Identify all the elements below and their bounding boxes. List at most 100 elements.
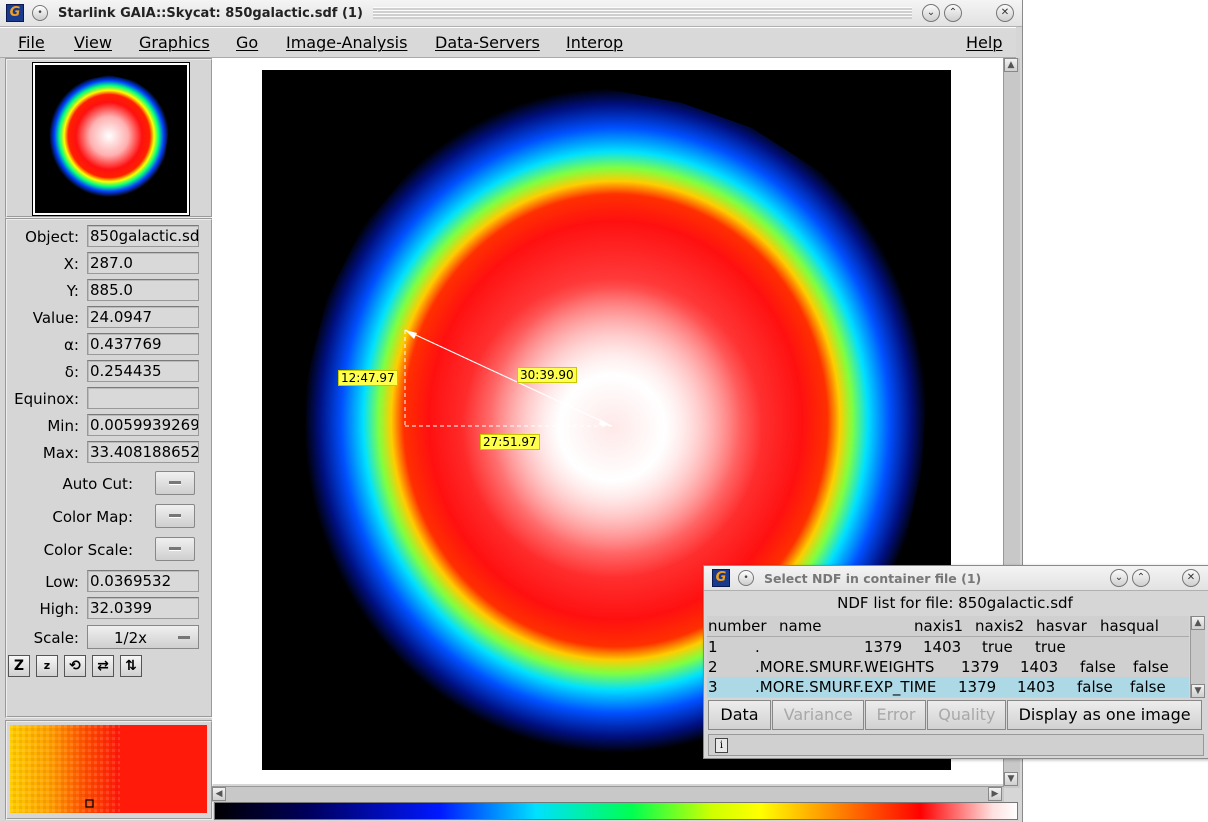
value-row: Value: 24.0947 [7,305,207,329]
flip-x-icon[interactable]: ⇄ [92,655,114,677]
cell-naxis1: 1379 [958,678,997,696]
y-row: Y: 885.0 [7,278,207,302]
cell-hasqual: false [1130,678,1166,696]
object-field[interactable]: 850galactic.sdf [87,225,199,247]
y-label: Y: [66,282,79,300]
dialog-titlebar[interactable]: G • Select NDF in container file (1) ⌄ ⌃… [704,566,1208,591]
select-ndf-dialog: G • Select NDF in container file (1) ⌄ ⌃… [703,565,1208,759]
cell-name: .MORE.SMURF.EXP_TIME [755,678,937,696]
colorscale-menubutton[interactable] [155,537,195,561]
dialog-menu-icon[interactable]: • [738,570,754,586]
colorscale-label: Color Scale: [43,541,133,559]
cell-naxis1: 1379 [864,638,903,656]
col-number: number [708,617,767,635]
rotate-icon[interactable]: ⟲ [64,655,86,677]
variance-button[interactable]: Variance [771,700,865,730]
delta-field[interactable]: 0.254435 [87,360,199,382]
high-field[interactable]: 32.0399 [87,597,199,619]
menu-go[interactable]: Go [236,33,258,52]
window-menu-icon[interactable]: • [32,5,48,21]
alpha-row: α: 0.437769 [7,332,207,356]
object-label: Object: [25,228,79,246]
ndf-table: number name naxis1 naxis2 hasvar hasqual… [707,616,1189,698]
minimize-icon[interactable]: ⌄ [922,4,940,22]
value-label: Value: [32,309,79,327]
dialog-close-icon[interactable]: ✕ [1182,569,1200,587]
col-naxis2: naxis2 [975,617,1025,635]
max-label: Max: [42,444,79,462]
cell-hasvar: false [1080,658,1116,676]
thumbnail-image [35,65,183,209]
cell-number: 2 [708,658,718,676]
max-field[interactable]: 33.4081886528 [87,441,199,463]
equinox-row: Equinox: [7,386,207,410]
menu-help[interactable]: Help [966,33,1002,52]
menu-data-servers[interactable]: Data-Servers [435,33,540,52]
dialog-app-icon[interactable]: G [712,569,730,587]
scroll-up-icon[interactable]: ▲ [1004,58,1018,72]
horizontal-scrollbar[interactable]: ◀ ▶ [212,786,1004,802]
measure-vertical-label: 12:47.97 [338,370,398,386]
scale-label: Scale: [33,629,79,647]
pan-thumbnail[interactable] [32,62,190,216]
dialog-vertical-scrollbar[interactable]: ▲ ▼ [1190,616,1205,698]
cell-naxis2: 1403 [1017,678,1056,696]
value-field[interactable]: 24.0947 [87,306,199,328]
min-field[interactable]: 0.00599392697 [87,414,199,436]
scroll-right-icon[interactable]: ▶ [988,787,1002,801]
low-field[interactable]: 0.0369532 [87,570,199,592]
data-button[interactable]: Data [708,700,771,730]
titlebar-stripes [372,7,912,19]
scroll-down-icon[interactable]: ▼ [1004,772,1018,786]
gaia-app-icon[interactable]: G [6,4,24,22]
pan-window [5,58,213,218]
table-row[interactable]: 1 . 1379 1403 true true [707,637,1189,657]
left-control-panel: Object: 850galactic.sdf X: 287.0 Y: 885.… [2,58,213,820]
ndf-table-header: number name naxis1 naxis2 hasvar hasqual [707,616,1189,637]
zoom-in-icon[interactable]: Z [8,655,30,677]
dialog-scroll-up-icon[interactable]: ▲ [1191,616,1205,630]
menu-graphics[interactable]: Graphics [139,33,210,52]
table-row[interactable]: 2 .MORE.SMURF.WEIGHTS 1379 1403 false fa… [707,657,1189,677]
y-field[interactable]: 885.0 [87,279,199,301]
scroll-left-icon[interactable]: ◀ [212,787,226,801]
colorscale-row: Color Scale: [7,537,207,561]
dialog-button-row: Data Variance Error Quality Display as o… [708,700,1203,730]
cell-naxis1: 1379 [961,658,1000,676]
colormap-menubutton[interactable] [155,504,195,528]
zoom-out-icon[interactable]: z [36,655,58,677]
dialog-scroll-down-icon[interactable]: ▼ [1191,684,1205,698]
x-label: X: [63,255,79,273]
scale-menubutton[interactable]: 1/2x [87,625,199,649]
info-panel: Object: 850galactic.sdf X: 287.0 Y: 885.… [5,218,213,718]
dialog-minimize-icon[interactable]: ⌄ [1110,569,1128,587]
dialog-maximize-icon[interactable]: ⌃ [1132,569,1150,587]
cell-hasqual: false [1133,658,1169,676]
col-hasvar: hasvar [1036,617,1087,635]
autocut-menubutton[interactable] [155,471,195,495]
max-row: Max: 33.4081886528 [7,440,207,464]
equinox-field[interactable] [87,387,199,409]
table-row-selected[interactable]: 3 .MORE.SMURF.EXP_TIME 1379 1403 false f… [707,677,1189,697]
quality-button[interactable]: Quality [927,700,1007,730]
measure-diagonal-label: 30:39.90 [517,367,577,383]
menu-view[interactable]: View [74,33,112,52]
colormap-row: Color Map: [7,504,207,528]
error-button[interactable]: Error [865,700,927,730]
x-field[interactable]: 287.0 [87,252,199,274]
close-icon[interactable]: ✕ [996,4,1014,22]
col-hasqual: hasqual [1100,617,1159,635]
main-titlebar[interactable]: G • Starlink GAIA::Skycat: 850galactic.s… [0,0,1022,27]
flip-y-icon[interactable]: ⇅ [120,655,142,677]
menu-interop[interactable]: Interop [566,33,623,52]
maximize-icon[interactable]: ⌃ [944,4,962,22]
dialog-title: Select NDF in container file (1) [764,570,982,586]
dialog-status-bar: i [708,734,1204,756]
alpha-field[interactable]: 0.437769 [87,333,199,355]
display-as-one-image-button[interactable]: Display as one image [1007,700,1202,730]
cell-naxis2: 1403 [923,638,962,656]
menu-image-analysis[interactable]: Image-Analysis [286,33,407,52]
window-title: Starlink GAIA::Skycat: 850galactic.sdf (… [58,5,363,21]
menu-file[interactable]: File [18,33,45,52]
colorbar[interactable] [214,802,1018,820]
